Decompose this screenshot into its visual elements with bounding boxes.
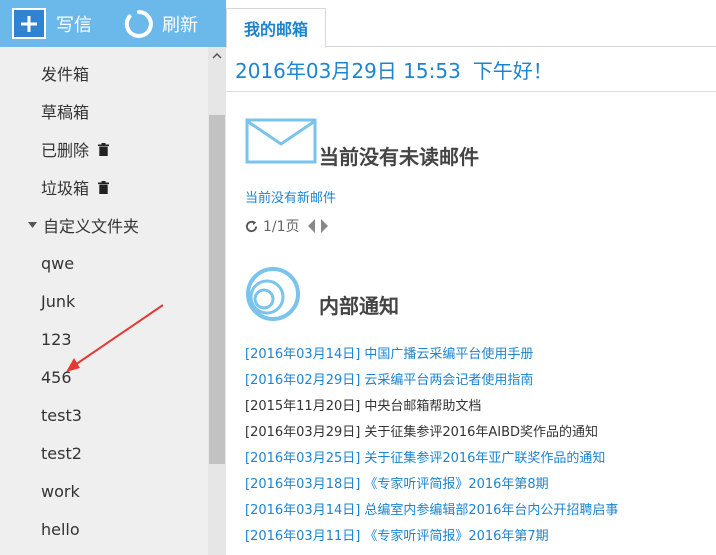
notice-date: [2016年03月25日]	[245, 451, 361, 466]
unread-pager: 1/1页	[245, 216, 332, 236]
folder-label: 已删除	[41, 141, 90, 160]
notice-item[interactable]: [2015年11月20日] 中央台邮箱帮助文档	[245, 395, 481, 414]
mail-app: 写信 刷新 发件箱 草稿箱 已删除 垃圾箱 自定义文件夹 qwe Junk 123 456 tes…	[0, 0, 716, 555]
notice-title: 关于征集参评2016年AIBD奖作品的通知	[364, 425, 599, 440]
prev-page-arrow-icon[interactable]	[307, 219, 316, 233]
notice-item[interactable]: [2016年03月11日] 《专家听评简报》2016年第7期	[245, 525, 549, 544]
folder-list: 发件箱 草稿箱 已删除 垃圾箱 自定义文件夹 qwe Junk 123 456 test3 test…	[0, 47, 208, 555]
notice-date: [2016年03月14日]	[245, 347, 361, 362]
notice-title: 《专家听评简报》2016年第8期	[364, 477, 549, 492]
notice-item[interactable]: [2016年03月18日] 《专家听评简报》2016年第8期	[245, 473, 549, 492]
reload-icon[interactable]	[245, 219, 258, 233]
notice-title: 总编室内参编辑部2016年台内公开招聘启事	[364, 503, 619, 518]
folder-label: 发件箱	[41, 65, 90, 84]
no-new-mail-text: 当前没有新邮件	[245, 191, 337, 206]
notice-item[interactable]: [2016年03月14日] 总编室内参编辑部2016年台内公开招聘启事	[245, 499, 618, 518]
folder-label: 草稿箱	[41, 103, 90, 122]
notice-item[interactable]: [2016年03月14日] 中国广播云采编平台使用手册	[245, 343, 533, 362]
notice-item[interactable]: [2016年03月29日] 关于征集参评2016年AIBD奖作品的通知	[245, 421, 598, 440]
notice-ring-icon	[246, 267, 300, 321]
scroll-thumb[interactable]	[209, 115, 225, 464]
folder-label: 垃圾箱	[41, 179, 90, 198]
notice-date: [2016年03月29日]	[245, 425, 361, 440]
tab-bar: 我的邮箱	[226, 0, 716, 48]
custom-folders-header[interactable]: 自定义文件夹	[0, 206, 208, 244]
folder-label: work	[41, 481, 80, 501]
envelope-icon	[245, 118, 317, 164]
notice-item[interactable]: [2016年02月29日] 云采编平台两会记者使用指南	[245, 369, 533, 388]
notice-title: 中国广播云采编平台使用手册	[364, 347, 534, 362]
page-indicator: 1/1页	[263, 219, 300, 235]
notice-date: [2016年03月18日]	[245, 477, 361, 492]
left-panel: 写信 刷新 发件箱 草稿箱 已删除 垃圾箱 自定义文件夹 qwe Junk 123 456 tes…	[0, 0, 226, 555]
notice-date: [2016年02月29日]	[245, 373, 361, 388]
notice-title: 中央台邮箱帮助文档	[364, 399, 482, 414]
notice-title: 云采编平台两会记者使用指南	[364, 373, 534, 388]
folder-label: hello	[41, 519, 80, 539]
compose-button[interactable]: 写信	[12, 0, 92, 47]
top-toolbar: 写信 刷新	[0, 0, 226, 47]
notice-date: [2016年03月14日]	[245, 503, 361, 518]
folder-label: qwe	[41, 253, 75, 273]
tab-my-mailbox[interactable]: 我的邮箱	[226, 8, 326, 48]
greeting-bar: 2016年03月29日 15:53 下午好！	[226, 47, 716, 92]
scroll-up-arrow-icon[interactable]	[208, 47, 226, 65]
folder-item[interactable]: qwe	[0, 244, 208, 282]
notice-date: [2016年03月11日]	[245, 529, 361, 544]
folder-item[interactable]: test3	[0, 396, 208, 434]
notice-title: 关于征集参评2016年亚广联奖作品的通知	[364, 451, 606, 466]
caret-down-icon[interactable]	[28, 222, 37, 228]
compose-label: 写信	[56, 14, 92, 36]
plus-icon	[12, 8, 46, 39]
notice-item[interactable]: [2016年03月25日] 关于征集参评2016年亚广联奖作品的通知	[245, 447, 605, 466]
folder-scrollbar[interactable]	[208, 47, 226, 555]
greeting-text: 下午好！	[472, 58, 553, 83]
annotation-arrow-icon	[66, 304, 164, 372]
trash-icon[interactable]	[98, 180, 110, 194]
folder-item[interactable]: 已删除	[0, 130, 208, 168]
folder-item[interactable]: 垃圾箱	[0, 168, 208, 206]
folder-label: test3	[41, 405, 82, 425]
refresh-button[interactable]: 刷新	[124, 0, 198, 47]
notices-title: 内部通知	[319, 294, 399, 318]
greeting-datetime: 2016年03月29日 15:53	[235, 58, 461, 83]
folder-item[interactable]: hello	[0, 510, 208, 548]
mailbox-home: 当前没有未读邮件 当前没有新邮件 1/1页 内部通知 [2016年03月14日]…	[226, 92, 716, 555]
folder-item[interactable]: 发件箱	[0, 54, 208, 92]
refresh-icon	[124, 9, 153, 38]
folder-item[interactable]: work	[0, 472, 208, 510]
notice-date: [2015年11月20日]	[245, 399, 361, 414]
trash-icon[interactable]	[98, 142, 110, 156]
folder-label: test2	[41, 443, 82, 463]
folder-item[interactable]: test2	[0, 434, 208, 472]
next-page-arrow-icon[interactable]	[320, 219, 328, 233]
refresh-label: 刷新	[162, 14, 198, 36]
folder-item[interactable]: 草稿箱	[0, 92, 208, 130]
folder-label: 自定义文件夹	[43, 217, 140, 236]
notice-title: 《专家听评简报》2016年第7期	[364, 529, 549, 544]
unread-title: 当前没有未读邮件	[319, 145, 479, 169]
